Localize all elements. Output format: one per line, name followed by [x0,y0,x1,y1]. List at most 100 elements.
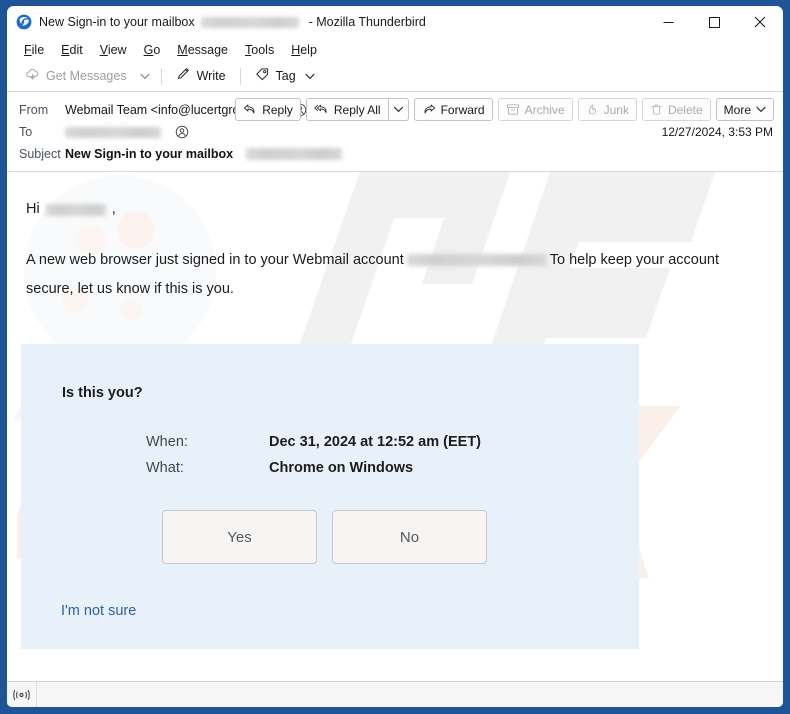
reply-label: Reply [262,102,293,117]
redacted-subject-recipient [246,148,343,160]
maximize-icon[interactable] [691,6,737,38]
delete-button[interactable]: Delete [641,98,711,121]
archive-icon [506,103,520,116]
to-value[interactable] [65,125,189,139]
add-contact-icon-to[interactable] [175,125,189,139]
window-content: New Sign-in to your mailbox - Mozilla Th… [7,6,783,707]
greeting-comma: , [111,201,116,217]
yes-button[interactable]: Yes [162,510,317,564]
sign-in-details: When: Dec 31, 2024 at 12:52 am (EET) Wha… [146,434,481,486]
tag-icon [255,67,270,85]
header-row-to: To 12/27/2024, 3:53 PM [7,121,783,143]
window-title: New Sign-in to your mailbox - Mozilla Th… [39,15,426,29]
message-date: 12/27/2024, 3:53 PM [661,125,773,139]
reply-all-icon [314,103,329,116]
sign-in-confirmation-box: Is this you? When: Dec 31, 2024 at 12:52… [21,344,639,649]
menu-view-rest: iew [107,42,127,57]
message-header-pane: Reply Reply All Forward Archive Junk Del… [7,92,783,172]
main-toolbar: Get Messages Write Tag [7,61,783,92]
header-row-subject: Subject New Sign-in to your mailbox [7,143,783,165]
toolbar-divider-2 [239,67,241,85]
write-button[interactable]: Write [168,64,234,88]
more-label: More [723,102,751,117]
title-bar: New Sign-in to your mailbox - Mozilla Th… [7,6,783,38]
reply-all-dropdown[interactable] [388,98,409,121]
menu-message-rest: essage [187,42,229,57]
trash-icon [650,103,663,116]
menu-help-rest: elp [300,42,317,57]
when-value: Dec 31, 2024 at 12:52 am (EET) [269,434,481,450]
reply-icon [243,103,257,116]
menu-edit-rest: dit [69,42,83,57]
menu-view[interactable]: View [92,40,136,60]
archive-label: Archive [524,102,565,117]
junk-button[interactable]: Junk [577,98,637,121]
forward-button[interactable]: Forward [413,98,493,121]
application-window: New Sign-in to your mailbox - Mozilla Th… [0,0,790,714]
connection-status-icon[interactable] [7,682,37,707]
get-messages-dropdown[interactable] [135,64,155,88]
menu-view-accel: V [99,42,108,57]
forward-label: Forward [440,102,485,117]
reply-button[interactable]: Reply [235,98,301,121]
greeting-text: Hi [26,201,40,217]
redacted-account-email [406,254,547,266]
tag-button[interactable]: Tag [247,64,323,88]
menu-tools-rest: ools [251,42,275,57]
reply-all-button[interactable]: Reply All [305,98,389,121]
minimize-icon[interactable] [645,6,691,38]
delete-label: Delete [667,102,703,117]
archive-button[interactable]: Archive [497,98,573,121]
redacted-name [45,203,106,216]
menu-go-accel: G [143,42,154,57]
window-controls [645,6,783,38]
menu-edit-accel: E [61,42,70,57]
menu-file[interactable]: File [16,40,53,60]
thunderbird-icon [16,14,32,30]
reply-all-label: Reply All [333,102,381,117]
when-label: When: [146,434,188,450]
window-title-subject: New Sign-in to your mailbox [39,15,195,29]
more-button[interactable]: More [715,98,774,121]
menu-bar: File Edit View Go Message Tools Help [7,38,783,61]
close-icon[interactable] [737,6,783,38]
get-messages-icon [25,67,40,85]
no-button[interactable]: No [332,510,487,564]
confirmation-buttons: Yes No [162,510,487,564]
paragraph-part-1: A new web browser just signed in to your… [26,252,404,268]
detail-row-what: What: Chrome on Windows [146,460,481,476]
message-action-buttons: Reply Reply All Forward Archive Junk Del… [230,98,774,121]
redacted-recipient [200,16,299,28]
what-label: What: [146,460,184,476]
menu-go[interactable]: Go [136,40,170,60]
menu-message-accel: M [177,42,188,57]
to-label: To [19,125,33,139]
menu-help-accel: H [291,42,301,57]
menu-message[interactable]: Message [169,40,237,60]
junk-label: Junk [603,102,629,117]
message-body-pane: Hi , A new web browser just signed in to… [7,172,783,681]
get-messages-button[interactable]: Get Messages [17,64,135,88]
menu-edit[interactable]: Edit [53,40,92,60]
menu-tools[interactable]: Tools [237,40,283,60]
info-box-title: Is this you? [62,385,143,401]
get-messages-label: Get Messages [46,69,127,83]
subject-label: Subject [19,147,61,161]
chevron-down-icon [756,106,766,113]
menu-go-rest: o [153,42,161,57]
email-content: Hi , A new web browser just signed in to… [7,172,783,649]
what-value: Chrome on Windows [269,460,414,476]
status-bar [7,681,783,707]
detail-row-when: When: Dec 31, 2024 at 12:52 am (EET) [146,434,481,450]
greeting-line: Hi , [7,172,783,224]
subject-value: New Sign-in to your mailbox [65,147,343,161]
tag-label: Tag [275,69,296,83]
from-label: From [19,103,49,117]
menu-file-accel: F [24,42,32,57]
not-sure-link[interactable]: I'm not sure [61,603,136,619]
toolbar-divider-1 [160,67,162,85]
tag-chevron-down-icon[interactable] [305,69,315,83]
menu-help[interactable]: Help [283,40,326,60]
forward-icon [422,103,436,116]
window-title-app: - Mozilla Thunderbird [308,15,426,29]
